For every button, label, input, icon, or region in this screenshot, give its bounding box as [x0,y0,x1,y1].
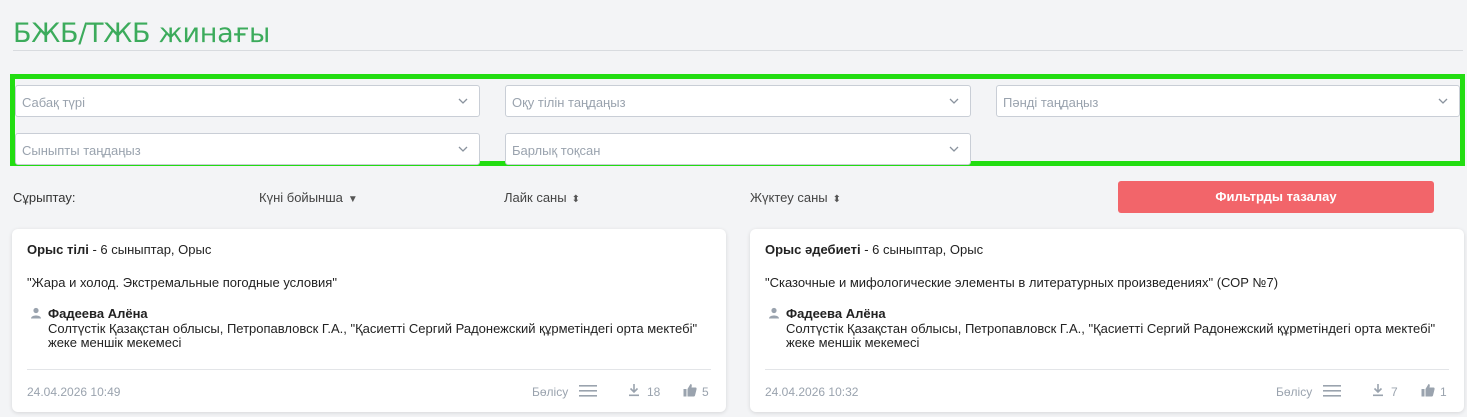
download-icon[interactable] [1372,383,1384,397]
quarter-value: Барлық тоқсан [512,143,601,158]
caret-down-icon: ▼ [347,194,358,205]
download-icon[interactable] [628,383,640,397]
card-school: Солтүстік Қазақстан облысы, Петропавловс… [786,321,1436,350]
language-select[interactable]: Оқу тілін таңдаңыз [505,85,971,117]
sort-by-likes[interactable]: Лайк саны ⬍ [504,190,580,205]
card-divider [27,369,711,370]
clear-filters-button[interactable]: Фильтрды тазалау [1118,181,1434,213]
share-label[interactable]: Бөлісу [532,385,568,399]
sort-bar: Сұрыптау: Күні бойынша ▼ Лайк саны ⬍ Жүкте… [0,181,1467,213]
grade-placeholder: Сыныпты таңдаңыз [22,143,141,158]
thumbs-up-icon[interactable] [683,383,697,397]
card-author[interactable]: Фадеева Алёна [786,306,886,321]
filter-panel: Сабақ түрі Оқу тілін таңдаңыз Пәнді таңд… [10,74,1465,166]
card-date: 24.04.2026 10:32 [765,385,859,399]
chevron-down-icon [457,143,469,155]
thumbs-up-icon[interactable] [1421,383,1435,397]
card-header: Орыс әдебиеті - 6 сыныптар, Орыс [765,242,983,257]
chevron-down-icon [1437,95,1449,107]
lesson-type-placeholder: Сабақ түрі [22,95,86,110]
material-card[interactable]: Орыс әдебиеті - 6 сыныптар, Орыс "Сказоч… [750,229,1464,412]
sort-label: Сұрыптау: [13,190,76,205]
card-topic[interactable]: "Сказочные и мифологические элементы в л… [765,275,1278,290]
page-title: БЖБ/ТЖБ жинағы [13,18,271,49]
card-meta: - 6 сыныптар, Орыс [88,242,212,257]
user-icon [30,306,42,319]
card-topic[interactable]: "Жара и холод. Экстремальные погодные ус… [27,275,337,290]
sort-by-downloads-label: Жүктеу саны [750,190,828,205]
grade-select[interactable]: Сыныпты таңдаңыз [15,133,480,165]
sort-arrows-icon: ⬍ [571,194,580,205]
download-count: 18 [647,385,661,399]
lesson-type-select[interactable]: Сабақ түрі [15,85,480,117]
sort-by-downloads[interactable]: Жүктеу саны ⬍ [750,190,841,205]
download-count: 7 [1391,385,1398,399]
title-divider [13,50,1463,51]
share-menu-icon[interactable] [1323,384,1341,398]
card-date: 24.04.2026 10:49 [27,385,121,399]
language-placeholder: Оқу тілін таңдаңыз [512,95,626,110]
sort-by-date-label: Күні бойынша [259,190,343,205]
quarter-select[interactable]: Барлық тоқсан [505,133,971,165]
user-icon [768,306,780,319]
chevron-down-icon [948,143,960,155]
sort-arrows-icon: ⬍ [832,194,841,205]
subject-placeholder: Пәнді таңдаңыз [1003,95,1099,110]
card-school: Солтүстік Қазақстан облысы, Петропавловс… [48,321,698,350]
card-header: Орыс тілі - 6 сыныптар, Орыс [27,242,211,257]
sort-by-date[interactable]: Күні бойынша ▼ [259,190,358,205]
chevron-down-icon [948,95,960,107]
card-subject: Орыс тілі [27,242,89,257]
like-count: 1 [1440,385,1447,399]
like-count: 5 [702,385,709,399]
card-meta: - 6 сыныптар, Орыс [860,242,984,257]
subject-select[interactable]: Пәнді таңдаңыз [996,85,1460,117]
chevron-down-icon [457,95,469,107]
card-author[interactable]: Фадеева Алёна [48,306,148,321]
share-menu-icon[interactable] [579,384,597,398]
share-label[interactable]: Бөлісу [1276,385,1312,399]
card-subject: Орыс әдебиеті [765,242,861,257]
sort-by-likes-label: Лайк саны [504,190,567,205]
material-card[interactable]: Орыс тілі - 6 сыныптар, Орыс "Жара и хол… [12,229,726,412]
card-divider [765,369,1449,370]
